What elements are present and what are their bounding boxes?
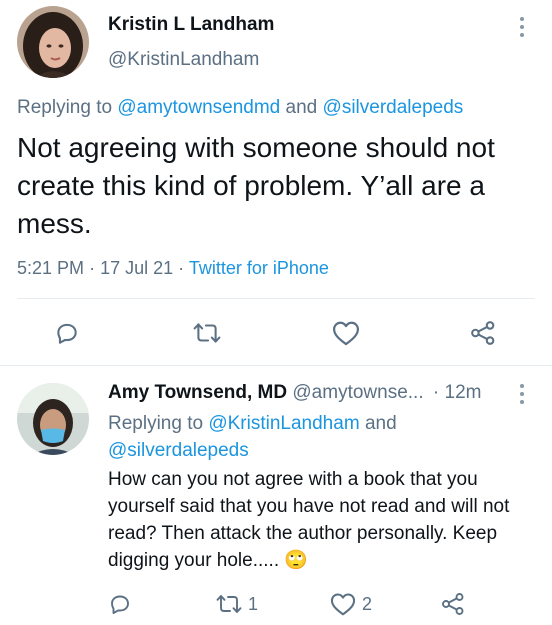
main-share-button[interactable] [470, 320, 496, 346]
replying-link-amytownsendmd[interactable]: @amytownsendmd [117, 97, 280, 118]
reply-tweet-text: How can you not agree with a book that y… [108, 469, 510, 571]
reply-share-button[interactable] [441, 592, 465, 616]
divider [17, 298, 535, 299]
heart-icon [330, 593, 356, 616]
replying-prefix: Replying to [17, 97, 113, 118]
replying-and: and [285, 97, 318, 118]
main-tweet-meta: 5:21 PM · 17 Jul 21 · Twitter for iPhone [17, 258, 329, 279]
reply-tweet-body: How can you not agree with a book that y… [108, 466, 528, 574]
main-more-options-icon[interactable] [518, 17, 526, 37]
main-author-handle[interactable]: @KristinLandham [108, 49, 259, 71]
main-author-name[interactable]: Kristin L Landham [108, 14, 274, 36]
main-replying-to: Replying to @amytownsendmd and @silverda… [17, 97, 463, 119]
reply-separator: · [432, 382, 440, 403]
reply-author-name[interactable]: Amy Townsend, MD [108, 382, 287, 403]
main-reply-button[interactable] [54, 320, 80, 346]
replying-link-silverdalepeds[interactable]: @silverdalepeds [108, 440, 249, 461]
retweet-count: 1 [248, 593, 259, 614]
retweet-icon [193, 323, 221, 343]
heart-icon [332, 321, 360, 346]
retweet-icon [216, 595, 242, 613]
meta-separator: · [178, 258, 185, 278]
reply-like-button[interactable]: 2 [330, 592, 372, 616]
reply-author-handle[interactable]: @amytownse... [292, 382, 423, 403]
like-count: 2 [362, 593, 373, 614]
reply-more-options-icon[interactable] [518, 384, 526, 404]
reply-icon [57, 323, 77, 344]
main-like-button[interactable] [332, 320, 360, 346]
replying-and: and [364, 413, 397, 434]
tweet-time: 5:21 PM [17, 258, 85, 278]
reply-header: Amy Townsend, MD @amytownse... · 12m [108, 382, 481, 404]
divider [0, 365, 552, 366]
reply-replying-to: Replying to @KristinLandham and @silverd… [108, 410, 528, 464]
replying-link-silverdalepeds[interactable]: @silverdalepeds [323, 97, 464, 118]
main-tweet-text: Not agreeing with someone should not cre… [17, 132, 495, 239]
share-icon [442, 593, 464, 615]
kristin-avatar[interactable] [17, 6, 89, 78]
replying-prefix: Replying to [108, 413, 204, 434]
replying-link-kristinlandham[interactable]: @KristinLandham [208, 413, 359, 434]
reply-icon [111, 595, 129, 614]
amy-avatar[interactable] [17, 383, 89, 455]
tweet-client-link[interactable]: Twitter for iPhone [189, 258, 329, 278]
meta-separator: · [89, 258, 96, 278]
tweet-date: 17 Jul 21 [100, 258, 174, 278]
reply-age: 12m [444, 382, 482, 403]
share-icon [471, 321, 495, 345]
reply-reply-button[interactable] [108, 592, 132, 616]
reply-retweet-button[interactable]: 1 [216, 592, 258, 616]
main-retweet-button[interactable] [193, 320, 221, 346]
eye-roll-emoji-icon: 🙄 [284, 550, 309, 571]
